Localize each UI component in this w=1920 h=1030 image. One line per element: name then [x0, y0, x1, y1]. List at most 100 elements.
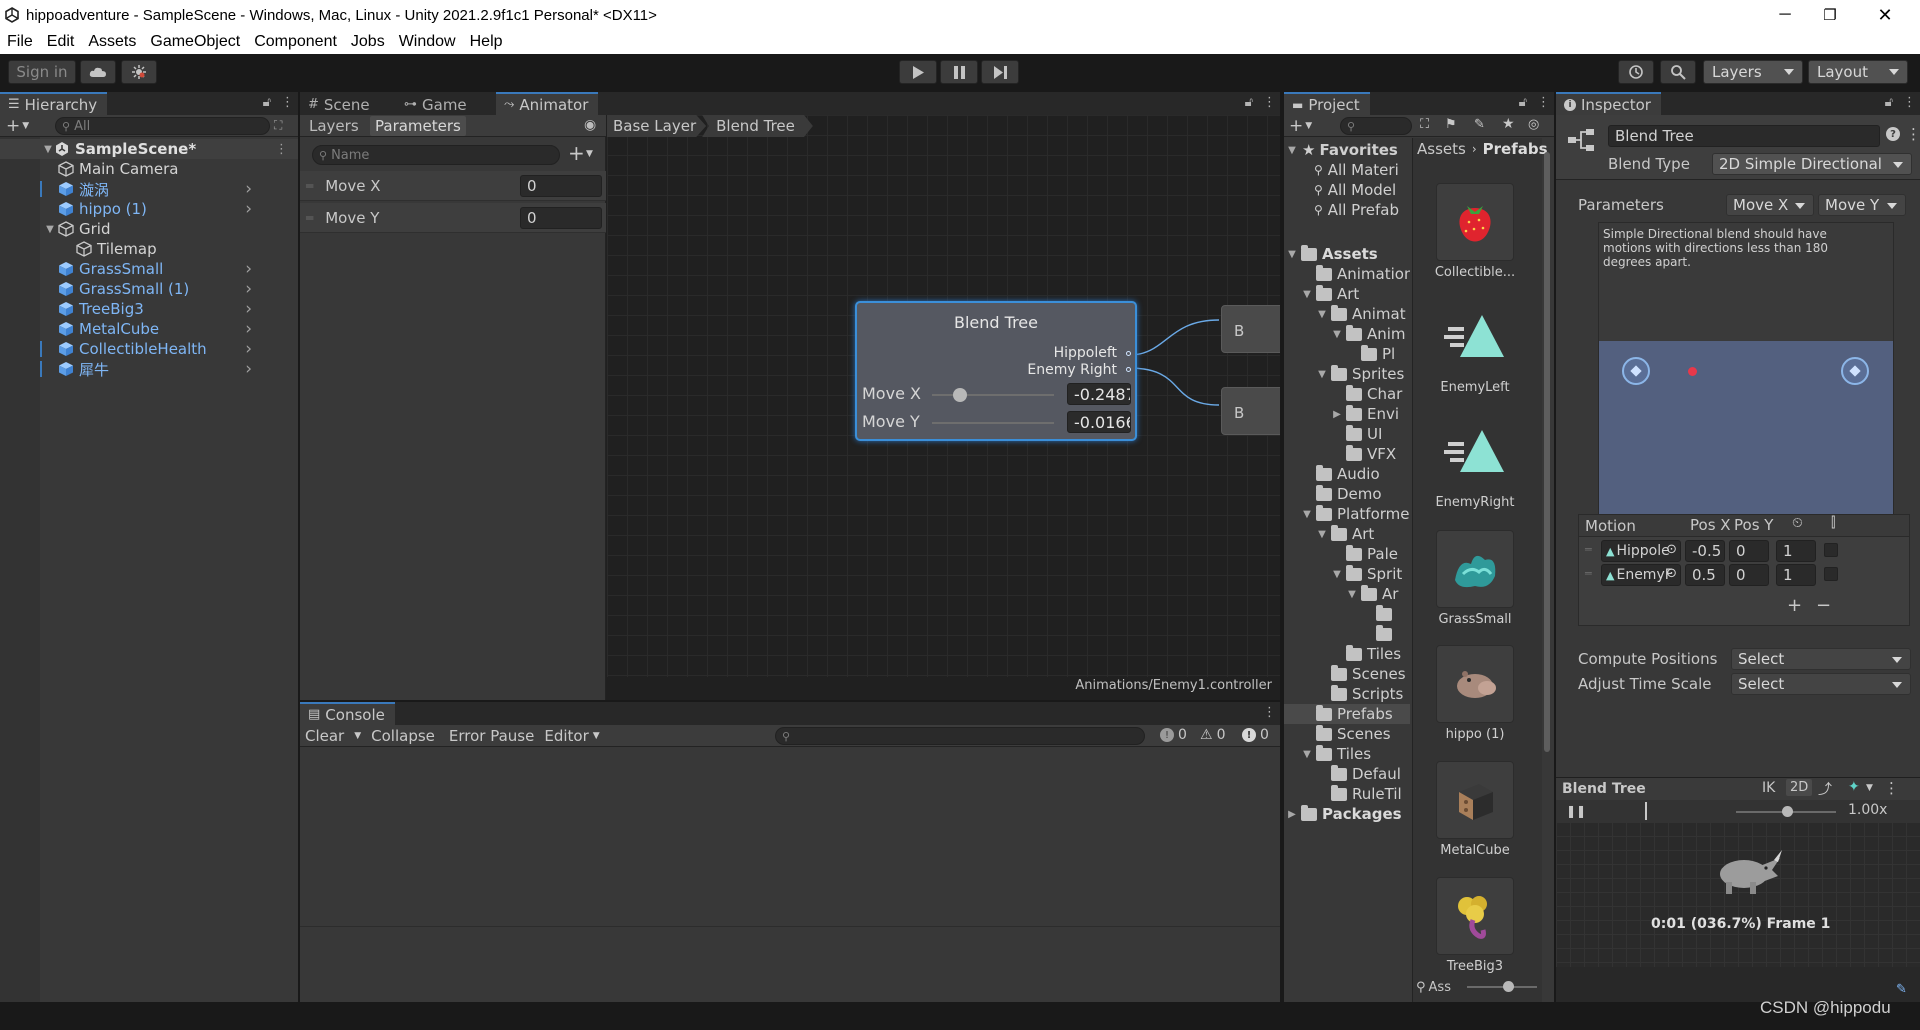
hierarchy-item[interactable]: CollectibleHealth › — [0, 339, 258, 359]
hierarchy-item[interactable]: 犀牛 › — [0, 359, 258, 379]
project-folder[interactable]: Prefabs — [1284, 704, 1410, 724]
star-icon[interactable]: ★ — [1502, 116, 1515, 132]
console-search-input[interactable]: ⚲ — [775, 727, 1145, 745]
menu-gameobject[interactable]: GameObject — [150, 33, 240, 51]
expand-triangle-icon[interactable]: ▼ — [1301, 289, 1313, 300]
layers-dropdown[interactable]: Layers — [1703, 60, 1803, 84]
tab-scene[interactable]: # Scene — [300, 94, 380, 115]
project-folder[interactable] — [1284, 604, 1410, 624]
output-port-icon[interactable] — [1126, 351, 1131, 356]
speed-slider[interactable] — [1736, 806, 1836, 817]
parameter-value-field[interactable]: 0 — [520, 207, 602, 229]
project-folder[interactable]: ▶ Envi — [1284, 404, 1410, 424]
chevron-right-icon[interactable]: › — [245, 299, 252, 319]
project-folder[interactable]: RuleTil — [1284, 784, 1410, 804]
node-param-slider[interactable] — [932, 422, 1054, 424]
pause-button[interactable] — [940, 60, 978, 84]
more-menu-icon[interactable]: ⋮ — [1906, 125, 1920, 143]
chevron-right-icon[interactable]: › — [245, 319, 252, 339]
cloud-button[interactable] — [80, 60, 116, 84]
asset-item[interactable]: GrassSmall — [1425, 530, 1525, 627]
editor-dropdown[interactable]: Editor — [544, 727, 588, 745]
error-count[interactable]: ! 0 — [1242, 727, 1269, 743]
scene-visibility-icon[interactable]: ⛶ — [274, 118, 282, 133]
help-icon[interactable]: ? — [1886, 127, 1900, 141]
error-pause-button[interactable]: Error Pause — [449, 727, 534, 745]
asset-item[interactable]: hippo (1) — [1425, 645, 1525, 742]
warning-count[interactable]: ⚠ 0 — [1200, 727, 1225, 743]
motion-object-field[interactable]: ▲ EnemyF ⊙ — [1601, 564, 1681, 586]
hierarchy-item[interactable]: TreeBig3 › — [0, 299, 258, 319]
node-param-slider[interactable] — [932, 388, 1054, 402]
asset-item[interactable]: EnemyLeft — [1425, 298, 1525, 395]
output-port-icon[interactable] — [1126, 367, 1131, 372]
chevron-down-icon[interactable]: ▼ — [22, 121, 29, 131]
expand-triangle-icon[interactable]: ▼ — [1301, 749, 1313, 760]
project-folder[interactable]: ▼ Ar — [1284, 584, 1410, 604]
parameter-row[interactable]: ═ Move X 0 — [300, 171, 606, 201]
project-folder[interactable]: Scenes — [1284, 724, 1410, 744]
motion-pos-y[interactable]: 0 — [1729, 540, 1769, 562]
favorite-item[interactable]: ⚲ All Prefab — [1284, 200, 1410, 220]
menu-jobs[interactable]: Jobs — [351, 33, 385, 51]
tab-inspector[interactable]: i Inspector — [1556, 92, 1661, 115]
scene-row[interactable]: ▼ SampleScene* ⋮ — [0, 139, 298, 159]
hierarchy-item[interactable]: GrassSmall (1) › — [0, 279, 258, 299]
project-folder[interactable]: Animation — [1284, 264, 1410, 284]
more-menu-icon[interactable]: ⋮ — [1263, 95, 1276, 110]
remove-motion-icon[interactable]: − — [1816, 595, 1831, 616]
breadcrumb-prefabs[interactable]: Prefabs — [1483, 140, 1548, 158]
hierarchy-item[interactable]: hippo (1) › — [0, 199, 258, 219]
sign-in-button[interactable]: Sign in — [8, 60, 76, 84]
motion-speed[interactable]: 1 — [1776, 564, 1816, 586]
chevron-down-icon[interactable]: ▼ — [354, 731, 361, 741]
play-button[interactable] — [899, 60, 937, 84]
project-folder[interactable]: ▼ Anim — [1284, 324, 1410, 344]
search-button[interactable] — [1660, 60, 1696, 84]
tab-hierarchy[interactable]: ☰ Hierarchy — [0, 92, 108, 115]
more-menu-icon[interactable]: ⋮ — [1537, 95, 1550, 110]
restore-icon[interactable]: ❐ — [1810, 0, 1850, 30]
motion-speed[interactable]: 1 — [1776, 540, 1816, 562]
clear-button[interactable]: Clear — [305, 727, 344, 745]
menu-file[interactable]: File — [7, 33, 33, 51]
tab-game[interactable]: ⊶ Game — [396, 94, 477, 115]
expand-triangle-icon[interactable]: ▼ — [1286, 145, 1298, 156]
asset-item[interactable]: EnemyRight — [1425, 413, 1525, 510]
expand-triangle-icon[interactable]: ▼ — [1316, 369, 1328, 380]
lock-icon[interactable]: 🔓︎ — [1885, 95, 1893, 110]
hierarchy-search-input[interactable]: ⚲ All — [55, 117, 270, 135]
asset-item[interactable]: TreeBig3 — [1425, 877, 1525, 974]
hierarchy-item[interactable]: GrassSmall › — [0, 259, 258, 279]
hierarchy-item[interactable]: 漩涡 › — [0, 179, 258, 199]
add-motion-icon[interactable]: + — [1787, 595, 1802, 616]
motion-point[interactable] — [1622, 357, 1650, 385]
menu-edit[interactable]: Edit — [47, 33, 75, 51]
chevron-right-icon[interactable]: › — [245, 339, 252, 359]
project-folder[interactable]: Char — [1284, 384, 1410, 404]
motion-object-field[interactable]: ▲ Hippole ⊙ — [1601, 540, 1681, 562]
motion-point[interactable] — [1841, 357, 1869, 385]
add-icon[interactable]: + — [6, 116, 20, 136]
project-folder[interactable]: ▶ Packages — [1284, 804, 1410, 824]
project-scrollbar[interactable] — [1542, 142, 1552, 942]
thumbnail-size-slider[interactable] — [1467, 981, 1537, 992]
blend-space-graph[interactable]: Simple Directional blend should have mot… — [1598, 222, 1894, 515]
tab-console[interactable]: ▤ Console — [300, 702, 395, 725]
project-folder[interactable]: Audio — [1284, 464, 1410, 484]
parameter-search-input[interactable]: ⚲ Name — [312, 145, 560, 165]
chevron-right-icon[interactable]: › — [245, 259, 252, 279]
motion-row[interactable]: ═ ▲ Hippole ⊙ -0.5 0 1 — [1579, 539, 1909, 563]
menu-help[interactable]: Help — [470, 33, 503, 51]
adjust-time-scale-dropdown[interactable]: Select — [1731, 673, 1911, 695]
blend-tree-name-field[interactable]: Blend Tree — [1608, 125, 1880, 147]
slider-thumb[interactable] — [1782, 806, 1793, 817]
mirror-checkbox[interactable] — [1824, 543, 1838, 557]
chevron-right-icon[interactable]: › — [245, 199, 252, 219]
favorite-item[interactable]: ⚲ All Materi — [1284, 160, 1410, 180]
object-picker-icon[interactable]: ⊙ — [1666, 566, 1677, 581]
minimize-icon[interactable]: ─ — [1765, 0, 1805, 30]
more-menu-icon[interactable]: ⋮ — [275, 142, 288, 157]
parameter-y-dropdown[interactable]: Move Y — [1818, 194, 1906, 216]
expand-triangle-icon[interactable]: ▼ — [1286, 249, 1298, 260]
